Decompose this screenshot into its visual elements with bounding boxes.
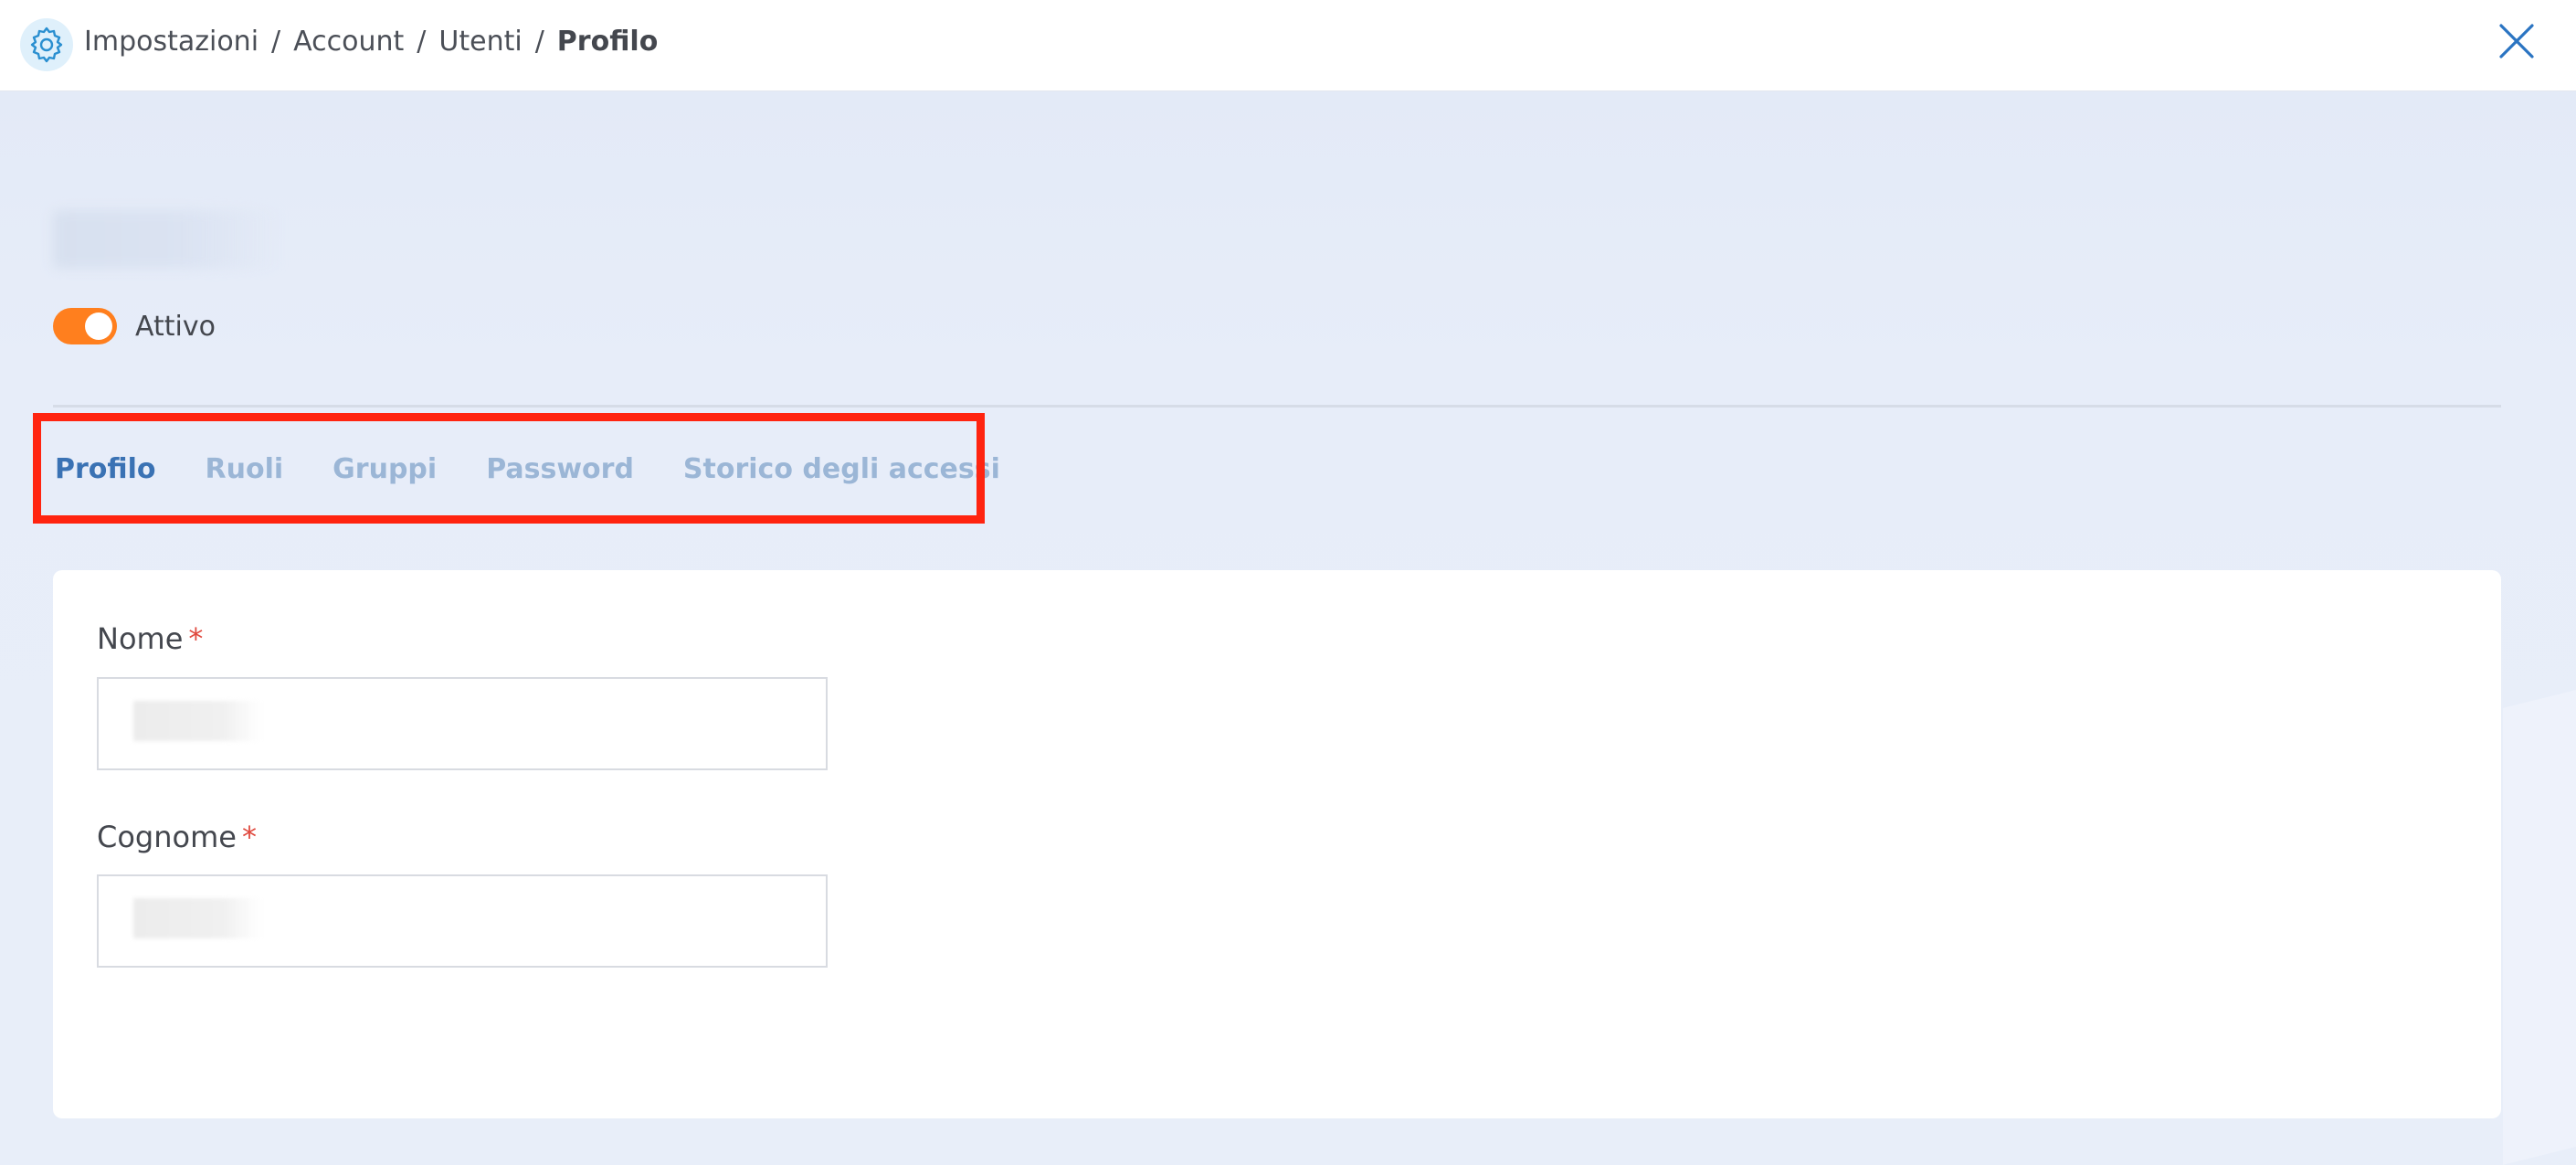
content-area: Attivo Profilo Ruoli Gruppi Password Sto… [0, 91, 2576, 1165]
breadcrumb-current: Profilo [556, 26, 659, 58]
user-name-redacted [53, 210, 281, 269]
breadcrumb: Impostazioni / Account / Utenti / Profilo [84, 24, 658, 60]
nome-input[interactable] [97, 677, 828, 770]
toggle-knob [85, 312, 112, 340]
breadcrumb-item-utenti[interactable]: Utenti [438, 26, 522, 58]
nome-label: Nome * [97, 621, 203, 656]
active-label: Attivo [135, 310, 216, 343]
breadcrumb-separator: / [417, 26, 427, 58]
cognome-label: Cognome * [97, 820, 257, 854]
breadcrumb-item-account[interactable]: Account [293, 26, 404, 58]
cognome-value-redacted [133, 898, 261, 938]
cognome-input[interactable] [97, 874, 828, 968]
required-mark: * [188, 621, 204, 656]
nome-label-text: Nome [97, 621, 184, 656]
nome-value-redacted [133, 701, 261, 741]
tabs-highlight-box [33, 413, 985, 524]
close-icon[interactable] [2494, 18, 2539, 64]
required-mark: * [241, 820, 257, 854]
background-decoration [2503, 662, 2576, 1165]
breadcrumb-separator: / [534, 26, 544, 58]
breadcrumb-separator: / [271, 26, 281, 58]
cognome-label-text: Cognome [97, 820, 237, 854]
status-row: Attivo [53, 307, 216, 345]
gear-icon [20, 18, 73, 71]
top-bar: Impostazioni / Account / Utenti / Profilo [0, 0, 2576, 91]
profile-form-card: Nome * Cognome * [53, 570, 2501, 1118]
divider [53, 405, 2501, 408]
active-toggle[interactable] [53, 308, 117, 344]
breadcrumb-item-impostazioni[interactable]: Impostazioni [84, 26, 259, 58]
